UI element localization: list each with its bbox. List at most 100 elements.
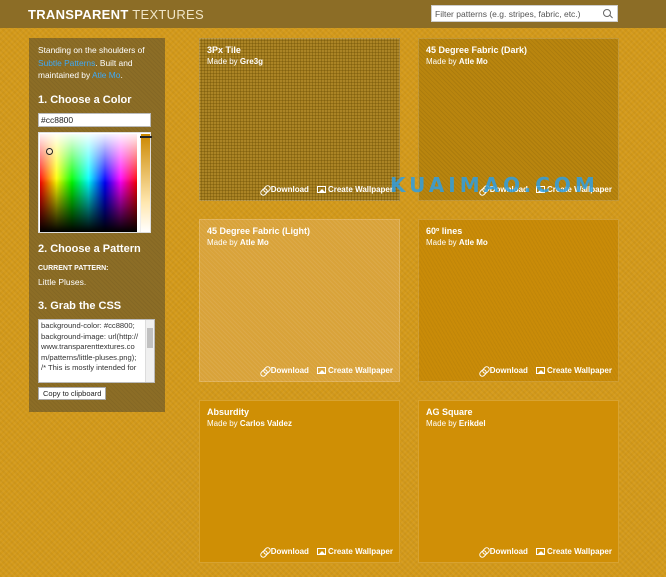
create-wallpaper-link[interactable]: Create Wallpaper [535, 547, 612, 556]
color-picker [38, 132, 152, 233]
pattern-card[interactable]: 60º lines Made by Atle Mo Download Creat… [418, 219, 619, 382]
pattern-title: 60º lines [426, 226, 463, 236]
pattern-card[interactable]: 45 Degree Fabric (Light) Made by Atle Mo… [199, 219, 400, 382]
pattern-card[interactable]: AG Square Made by Erikdel Download Creat… [418, 400, 619, 563]
made-by-label: Made by [207, 419, 238, 428]
card-actions: Download Create Wallpaper [261, 366, 393, 375]
logo-light-text: TEXTURES [132, 6, 204, 22]
pattern-title: 45 Degree Fabric (Dark) [426, 45, 528, 55]
copy-to-clipboard-button[interactable]: Copy to clipboard [38, 387, 107, 400]
choose-pattern-heading: 2. Choose a Pattern [38, 243, 141, 255]
create-wallpaper-label: Create Wallpaper [546, 185, 612, 194]
download-label: Download [270, 185, 309, 194]
download-label: Download [489, 185, 528, 194]
download-link[interactable]: Download [480, 185, 528, 194]
pattern-card[interactable]: Absurdity Made by Carlos Valdez Download… [199, 400, 400, 563]
author-name: Erikdel [458, 419, 486, 428]
image-icon [535, 367, 545, 374]
card-actions: Download Create Wallpaper [480, 547, 612, 556]
create-wallpaper-label: Create Wallpaper [546, 366, 612, 375]
saturation-overlay [40, 134, 137, 183]
create-wallpaper-label: Create Wallpaper [327, 185, 393, 194]
link-icon [480, 548, 488, 556]
author-name: Atle Mo [239, 238, 269, 247]
made-by-label: Made by [207, 238, 238, 247]
link-icon [480, 367, 488, 375]
current-pattern-value: Little Pluses. [38, 277, 87, 287]
download-label: Download [489, 366, 528, 375]
site-logo[interactable]: TRANSPARENT TEXTURES [28, 7, 204, 22]
card-actions: Download Create Wallpaper [261, 547, 393, 556]
logo-bold-text: TRANSPARENT [28, 6, 129, 22]
author-name: Atle Mo [458, 238, 488, 247]
link-icon [261, 186, 269, 194]
image-icon [316, 367, 326, 374]
image-icon [535, 186, 545, 193]
intro-text: Standing on the shoulders of Subtle Patt… [38, 44, 156, 82]
pattern-title: Absurdity [207, 407, 250, 417]
intro-suffix: . [120, 70, 123, 80]
hue-slider-handle[interactable] [140, 136, 152, 138]
choose-color-heading: 1. Choose a Color [38, 94, 132, 106]
create-wallpaper-link[interactable]: Create Wallpaper [535, 366, 612, 375]
atle-mo-link[interactable]: Atle Mo [92, 70, 120, 80]
create-wallpaper-link[interactable]: Create Wallpaper [316, 185, 393, 194]
create-wallpaper-link[interactable]: Create Wallpaper [316, 366, 393, 375]
color-hex-input[interactable] [38, 113, 151, 127]
create-wallpaper-label: Create Wallpaper [546, 547, 612, 556]
download-label: Download [489, 547, 528, 556]
pattern-author: Made by Atle Mo [426, 57, 488, 66]
made-by-label: Made by [426, 419, 457, 428]
author-name: Gre3g [239, 57, 264, 66]
made-by-label: Made by [426, 57, 457, 66]
create-wallpaper-link[interactable]: Create Wallpaper [535, 185, 612, 194]
top-bar: TRANSPARENT TEXTURES [0, 0, 666, 28]
download-label: Download [270, 547, 309, 556]
filter-patterns-input[interactable] [432, 6, 602, 21]
css-code-textarea[interactable]: background-color: #cc8800; background-im… [38, 319, 155, 383]
author-name: Atle Mo [458, 57, 488, 66]
hue-slider[interactable] [140, 134, 152, 232]
saturation-field[interactable] [40, 134, 137, 232]
link-icon [480, 186, 488, 194]
download-link[interactable]: Download [261, 185, 309, 194]
download-link[interactable]: Download [261, 547, 309, 556]
create-wallpaper-label: Create Wallpaper [327, 547, 393, 556]
image-icon [316, 548, 326, 555]
pattern-card[interactable]: 45 Degree Fabric (Dark) Made by Atle Mo … [418, 38, 619, 201]
pattern-author: Made by Atle Mo [426, 238, 488, 247]
pattern-title: 3Px Tile [207, 45, 241, 55]
download-label: Download [270, 366, 309, 375]
card-actions: Download Create Wallpaper [261, 185, 393, 194]
search-icon[interactable] [603, 8, 613, 19]
intro-prefix: Standing on the shoulders of [38, 45, 145, 55]
grab-css-heading: 3. Grab the CSS [38, 300, 122, 312]
download-link[interactable]: Download [480, 547, 528, 556]
download-link[interactable]: Download [261, 366, 309, 375]
css-scrollbar[interactable] [145, 320, 154, 382]
pattern-author: Made by Carlos Valdez [207, 419, 292, 428]
download-link[interactable]: Download [480, 366, 528, 375]
link-icon [261, 548, 269, 556]
image-icon [535, 548, 545, 555]
pattern-author: Made by Atle Mo [207, 238, 269, 247]
image-icon [316, 186, 326, 193]
card-actions: Download Create Wallpaper [480, 366, 612, 375]
current-pattern-label: CURRENT PATTERN: [38, 265, 109, 272]
create-wallpaper-link[interactable]: Create Wallpaper [316, 547, 393, 556]
pattern-title: 45 Degree Fabric (Light) [207, 226, 311, 236]
color-picker-cursor[interactable] [46, 148, 53, 155]
author-name: Carlos Valdez [239, 419, 292, 428]
pattern-card[interactable]: 3Px Tile Made by Gre3g Download Create W… [199, 38, 400, 201]
sidebar: Standing on the shoulders of Subtle Patt… [29, 38, 165, 412]
pattern-author: Made by Gre3g [207, 57, 263, 66]
card-actions: Download Create Wallpaper [480, 185, 612, 194]
made-by-label: Made by [207, 57, 238, 66]
subtle-patterns-link[interactable]: Subtle Patterns [38, 58, 95, 68]
filter-search-box [431, 5, 618, 22]
link-icon [261, 367, 269, 375]
pattern-author: Made by Erikdel [426, 419, 486, 428]
pattern-title: AG Square [426, 407, 473, 417]
css-code-text: background-color: #cc8800; background-im… [41, 321, 139, 372]
create-wallpaper-label: Create Wallpaper [327, 366, 393, 375]
